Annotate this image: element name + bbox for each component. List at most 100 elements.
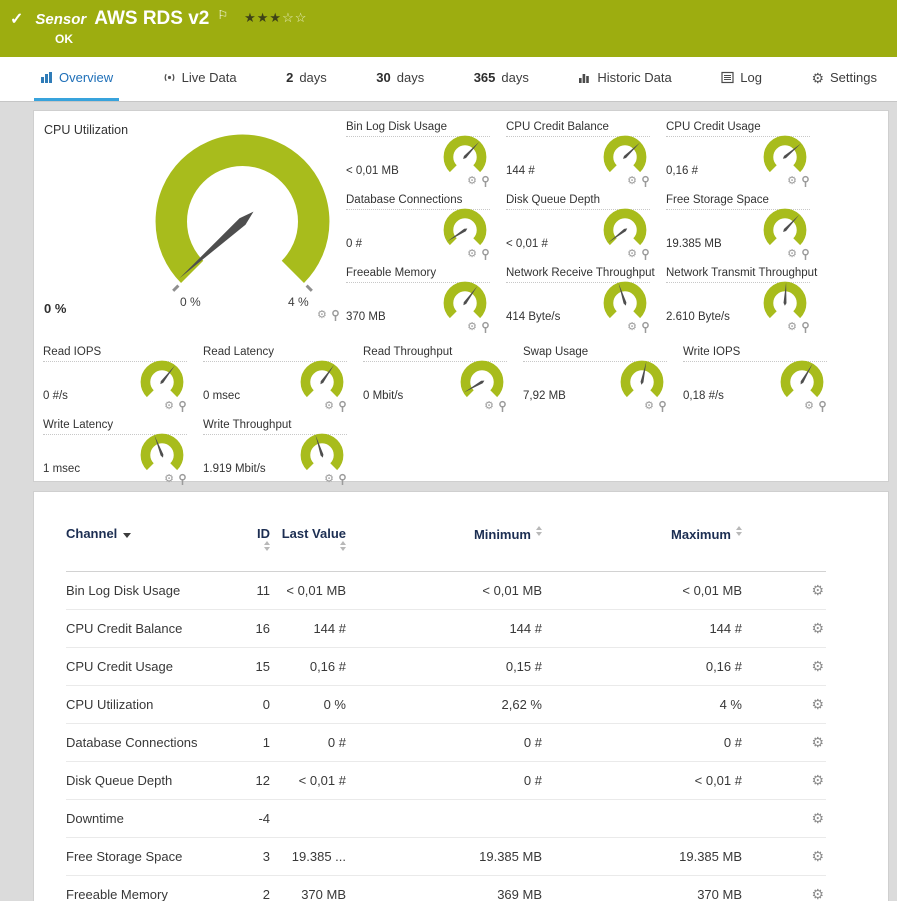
- column-header-max[interactable]: Maximum: [550, 526, 750, 572]
- cell-channel: Downtime: [66, 800, 248, 838]
- tab-365-days[interactable]: 365days: [468, 57, 535, 101]
- cell-channel: CPU Credit Balance: [66, 610, 248, 648]
- table-row: Bin Log Disk Usage11< 0,01 MB< 0,01 MB< …: [66, 572, 826, 610]
- pin-icon[interactable]: [818, 400, 827, 413]
- channel-settings-icon[interactable]: ⚙: [811, 734, 824, 750]
- tab-overview[interactable]: Overview: [34, 57, 119, 101]
- tab-number: 30: [376, 70, 390, 85]
- column-header-channel[interactable]: Channel: [66, 526, 248, 572]
- gauge-scale-min: 0 %: [180, 295, 201, 309]
- table-row: Downtime-4 ⚙: [66, 800, 826, 838]
- gauge-dial: [779, 359, 825, 405]
- cell-id: 11: [248, 572, 278, 610]
- gauge-dial: [299, 359, 345, 405]
- gauge-value: 2.610 Byte/s: [666, 311, 730, 323]
- gauge-tile: Database Connections0 #⚙: [346, 186, 496, 259]
- tab-label: Historic Data: [597, 70, 671, 85]
- cell-last: 0 #: [278, 724, 354, 762]
- flag-icon: ⚐: [217, 8, 228, 22]
- gauge-value: 0 Mbit/s: [363, 390, 403, 402]
- cell-max: [550, 800, 750, 838]
- pin-icon[interactable]: [178, 473, 187, 486]
- pin-icon[interactable]: [641, 321, 650, 334]
- cell-last: 144 #: [278, 610, 354, 648]
- gear-icon[interactable]: ⚙: [317, 310, 327, 321]
- cell-min: 0,15 #: [354, 648, 550, 686]
- cell-channel: Disk Queue Depth: [66, 762, 248, 800]
- gear-icon[interactable]: ⚙: [484, 401, 494, 412]
- cell-min: < 0,01 MB: [354, 572, 550, 610]
- table-row: Freeable Memory2370 MB369 MB370 MB⚙: [66, 876, 826, 901]
- channel-settings-icon[interactable]: ⚙: [811, 848, 824, 864]
- channels-table-panel: ChannelIDLast ValueMinimumMaximum Bin Lo…: [33, 491, 889, 901]
- cell-last: 370 MB: [278, 876, 354, 901]
- cell-channel: Free Storage Space: [66, 838, 248, 876]
- cell-min: 2,62 %: [354, 686, 550, 724]
- gauge-tile: Network Receive Throughput414 Byte/s⚙: [506, 259, 656, 332]
- channel-settings-icon[interactable]: ⚙: [811, 886, 824, 901]
- column-header-min[interactable]: Minimum: [354, 526, 550, 572]
- pin-icon[interactable]: [658, 400, 667, 413]
- gauge-dial-large: [150, 129, 335, 314]
- gear-icon[interactable]: ⚙: [787, 322, 797, 333]
- cell-channel: Database Connections: [66, 724, 248, 762]
- pin-icon[interactable]: [331, 309, 340, 322]
- gauge-value: 144 #: [506, 165, 535, 177]
- cell-last: 19.385 ...: [278, 838, 354, 876]
- table-row: Disk Queue Depth12< 0,01 #0 #< 0,01 #⚙: [66, 762, 826, 800]
- tab-historic-data[interactable]: Historic Data: [572, 57, 677, 101]
- gear-icon[interactable]: ⚙: [644, 401, 654, 412]
- cell-id: -4: [248, 800, 278, 838]
- cell-min: [354, 800, 550, 838]
- cell-id: 2: [248, 876, 278, 901]
- gauge-value: < 0,01 MB: [346, 165, 399, 177]
- channel-settings-icon[interactable]: ⚙: [811, 620, 824, 636]
- channel-settings-icon[interactable]: ⚙: [811, 658, 824, 674]
- bottom-gauge-grid: Read IOPS0 #/s⚙Read Latency0 msec⚙Read T…: [43, 338, 888, 484]
- gauge-value: 0 msec: [203, 390, 240, 402]
- gauge-tile: Read Latency0 msec⚙: [203, 338, 353, 411]
- cell-id: 12: [248, 762, 278, 800]
- priority-rating[interactable]: ★★★☆☆: [244, 10, 307, 26]
- status-badge: OK: [55, 32, 73, 46]
- column-header-last[interactable]: Last Value: [278, 526, 354, 572]
- cell-last: [278, 800, 354, 838]
- gauge-value: 414 Byte/s: [506, 311, 560, 323]
- gear-icon[interactable]: ⚙: [627, 322, 637, 333]
- gear-icon[interactable]: ⚙: [164, 474, 174, 485]
- tab-settings[interactable]: ⚙ Settings: [805, 57, 883, 101]
- channel-settings-icon[interactable]: ⚙: [811, 772, 824, 788]
- gear-icon[interactable]: ⚙: [467, 322, 477, 333]
- tab-2-days[interactable]: 2days: [280, 57, 333, 101]
- gauge-tile: Write Latency1 msec⚙: [43, 411, 193, 484]
- sensor-kind-label: Sensor: [35, 11, 86, 28]
- pin-icon[interactable]: [338, 473, 347, 486]
- column-header-id[interactable]: ID: [248, 526, 278, 572]
- channel-settings-icon[interactable]: ⚙: [811, 810, 824, 826]
- pin-icon[interactable]: [801, 321, 810, 334]
- channels-table: ChannelIDLast ValueMinimumMaximum Bin Lo…: [66, 526, 826, 901]
- pin-icon[interactable]: [498, 400, 507, 413]
- channel-settings-icon[interactable]: ⚙: [811, 696, 824, 712]
- tab-live-data[interactable]: Live Data: [157, 57, 243, 101]
- tab-label: Settings: [830, 70, 877, 85]
- cell-min: 0 #: [354, 762, 550, 800]
- cell-max: 0,16 #: [550, 648, 750, 686]
- gauge-tile: Network Transmit Throughput2.610 Byte/s⚙: [666, 259, 816, 332]
- live-data-icon: [163, 71, 176, 84]
- channel-settings-icon[interactable]: ⚙: [811, 582, 824, 598]
- gear-icon[interactable]: ⚙: [324, 474, 334, 485]
- cell-channel: CPU Credit Usage: [66, 648, 248, 686]
- gear-icon[interactable]: ⚙: [804, 401, 814, 412]
- tab-bar: Overview Live Data 2days 30days 365days Histo…: [0, 57, 897, 102]
- pin-icon[interactable]: [481, 321, 490, 334]
- settings-icon: ⚙: [811, 71, 824, 85]
- tab-label: Overview: [59, 70, 113, 85]
- gauge-tile-cpu-utilization: CPU Utilization 0 % 0 % 4 % ⚙: [34, 111, 346, 325]
- tab-30-days[interactable]: 30days: [370, 57, 430, 101]
- tab-log[interactable]: Log: [715, 57, 768, 101]
- log-icon: [721, 71, 734, 84]
- gauge-dial: [442, 280, 488, 326]
- stars-filled: ★★★: [244, 10, 282, 25]
- cell-min: 0 #: [354, 724, 550, 762]
